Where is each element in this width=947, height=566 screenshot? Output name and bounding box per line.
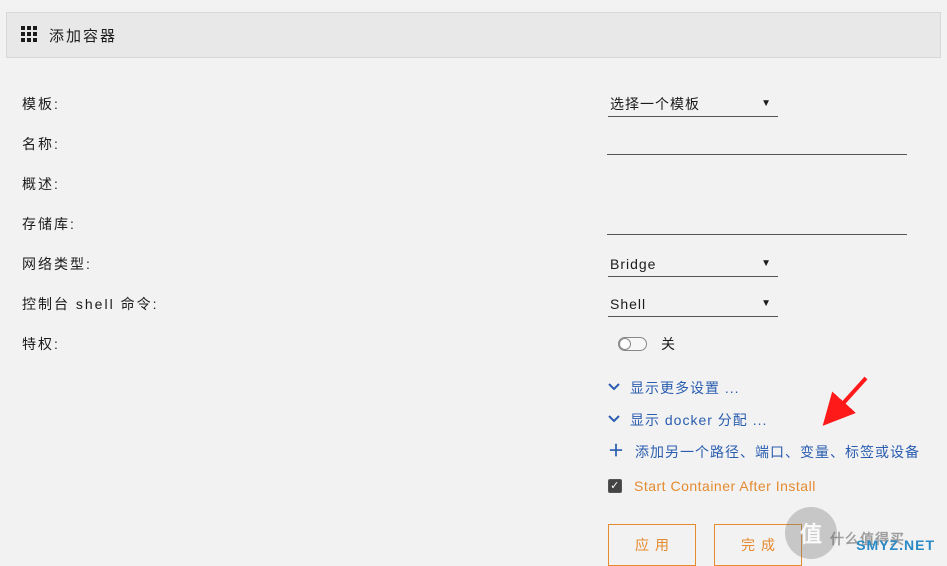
network-type-value: Bridge [610, 256, 656, 272]
label-overview: 概述: [20, 174, 608, 194]
template-select-value: 选择一个模板 [610, 94, 700, 114]
start-after-install-row[interactable]: ✓ Start Container After Install [608, 478, 947, 494]
privileged-toggle[interactable] [618, 337, 647, 351]
template-select[interactable]: 选择一个模板 ▼ [608, 91, 778, 117]
label-console-shell: 控制台 shell 命令: [20, 294, 608, 314]
link-label: 显示更多设置 ... [630, 378, 740, 398]
add-path-port-link[interactable]: ＋ 添加另一个路径、端口、变量、标签或设备 [608, 442, 947, 462]
label-network-type: 网络类型: [20, 254, 608, 274]
page-title: 添加容器 [49, 25, 117, 46]
label-repository: 存储库: [20, 214, 607, 234]
show-more-settings-link[interactable]: 显示更多设置 ... [608, 378, 947, 398]
link-label: 显示 docker 分配 ... [630, 410, 767, 430]
apps-icon [21, 26, 39, 44]
console-shell-value: Shell [610, 296, 646, 312]
chevron-down-icon [608, 412, 620, 428]
label-template: 模板: [20, 94, 608, 114]
label-privileged: 特权: [20, 334, 608, 354]
plus-icon: ＋ [608, 445, 625, 459]
chevron-down-icon: ▼ [761, 298, 772, 309]
privileged-state: 关 [661, 334, 677, 354]
console-shell-select[interactable]: Shell ▼ [608, 291, 778, 317]
form: 模板: 选择一个模板 ▼ 名称: 概述: 存储库: 网络类型: Bridge ▼ [0, 58, 947, 364]
checkbox-icon[interactable]: ✓ [608, 479, 622, 493]
network-type-select[interactable]: Bridge ▼ [608, 251, 778, 277]
apply-button[interactable]: 应用 [608, 524, 696, 566]
chevron-down-icon [608, 380, 620, 396]
chevron-down-icon: ▼ [761, 98, 772, 109]
name-input[interactable] [607, 133, 907, 155]
show-docker-alloc-link[interactable]: 显示 docker 分配 ... [608, 410, 947, 430]
repository-input[interactable] [607, 213, 907, 235]
label-name: 名称: [20, 134, 607, 154]
checkbox-label: Start Container After Install [634, 478, 816, 494]
link-label: 添加另一个路径、端口、变量、标签或设备 [635, 442, 920, 462]
toggle-thumb [619, 338, 631, 350]
page-header: 添加容器 [6, 12, 941, 58]
chevron-down-icon: ▼ [761, 258, 772, 269]
watermark-site: SMYZ.NET [856, 537, 935, 553]
